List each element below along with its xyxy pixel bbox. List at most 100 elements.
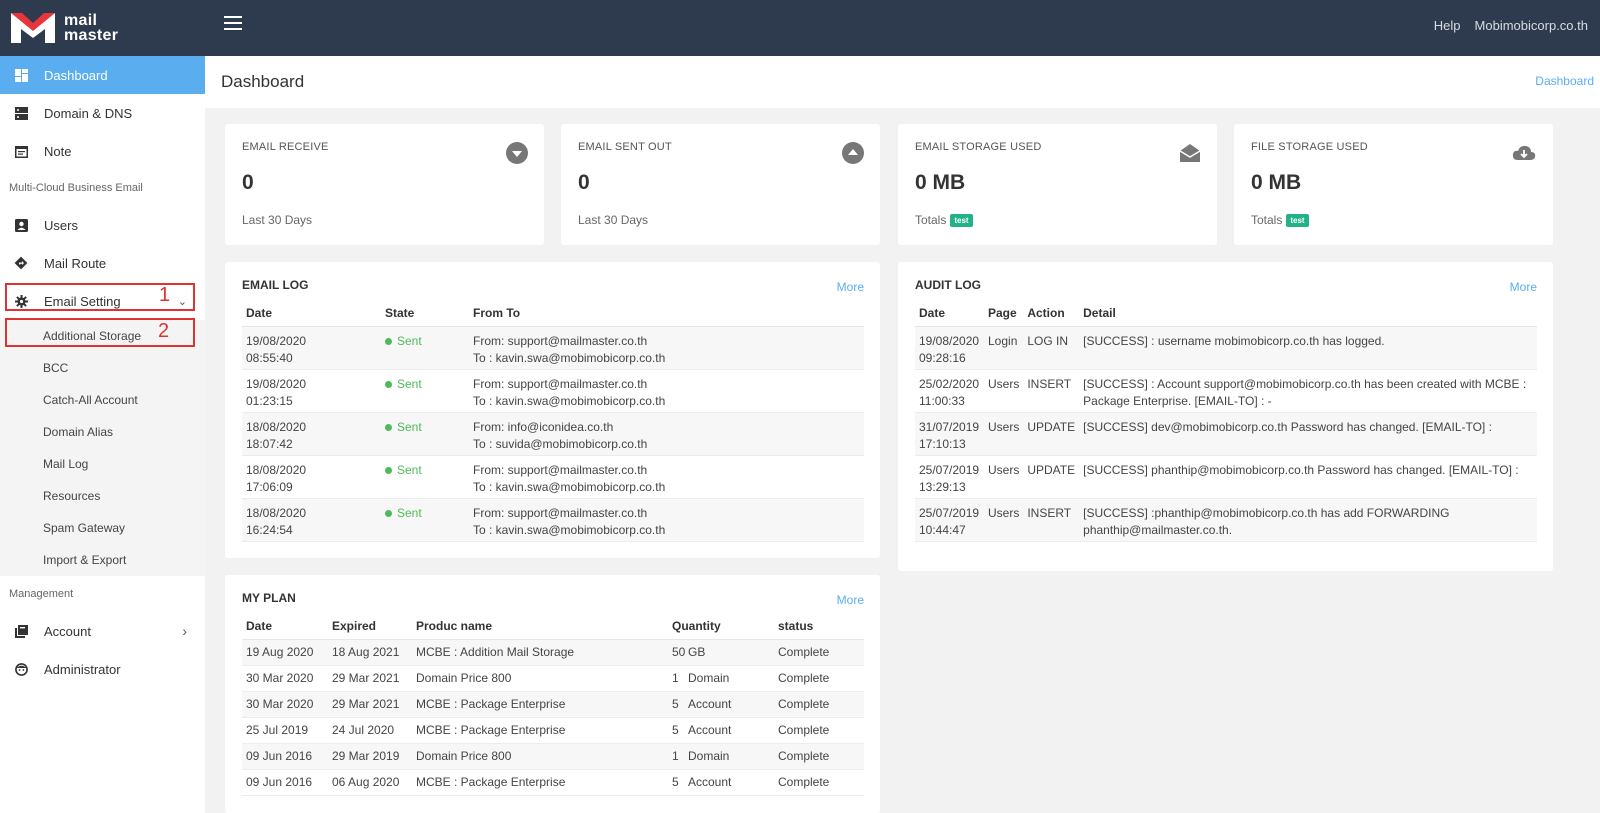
sidebar-item-dashboard[interactable]: Dashboard <box>0 56 205 94</box>
log-to: To : kavin.swa@mobimobicorp.co.th <box>473 350 666 365</box>
log-state: Sent <box>381 369 469 413</box>
audit-detail: [SUCCESS] dev@mobimobicorp.co.th Passwor… <box>1079 412 1537 456</box>
status-dot-icon <box>385 423 392 431</box>
panel-title: EMAIL LOG <box>242 278 309 292</box>
plan-expired: 29 Mar 2019 <box>328 743 412 770</box>
stat-label: EMAIL SENT OUT <box>578 141 672 153</box>
plan-qty-unit: Account <box>688 697 732 711</box>
submenu-item-catch-all[interactable]: Catch-All Account <box>0 384 205 416</box>
help-link[interactable]: Help <box>1434 18 1461 33</box>
submenu-item-import-export[interactable]: Import & Export <box>0 544 205 576</box>
note-icon <box>14 144 28 158</box>
plan-status: Complete <box>774 769 864 796</box>
sidebar-item-administrator[interactable]: Administrator <box>0 650 205 688</box>
plan-quantity: 50 GB <box>668 639 774 666</box>
stat-footer: Totals test <box>915 213 973 227</box>
sidebar-item-domain-dns[interactable]: Domain & DNS <box>0 94 205 132</box>
chevron-right-icon: › <box>182 623 187 639</box>
plan-qty-unit: GB <box>688 645 706 659</box>
plan-status: Complete <box>774 665 864 692</box>
log-date: 18/08/2020 16:24:54 <box>242 498 381 542</box>
menu-toggle-icon[interactable] <box>224 16 242 32</box>
email-log-table: Date State From To 19/08/2020 08:55:40 Sen… <box>242 300 864 542</box>
audit-date-time: 17:10:13 <box>919 436 966 451</box>
account-menu[interactable]: Mobimobicorp.co.th <box>1475 18 1588 33</box>
audit-detail: [SUCCESS] : username mobimobicorp.co.th … <box>1079 326 1537 370</box>
audit-detail: [SUCCESS] : Account support@mobimobicorp… <box>1079 369 1537 413</box>
audit-date-day: 31/07/2019 <box>919 419 980 434</box>
audit-page: Users <box>984 369 1024 413</box>
submenu-item-resources[interactable]: Resources <box>0 480 205 512</box>
status-dot-icon <box>385 380 392 388</box>
sidebar: Dashboard Domain & DNS Note Multi-Cloud … <box>0 56 205 813</box>
submenu-item-spam-gateway[interactable]: Spam Gateway <box>0 512 205 544</box>
submenu-item-domain-alias[interactable]: Domain Alias <box>0 416 205 448</box>
panel-title: AUDIT LOG <box>915 278 981 292</box>
table-row: 30 Mar 2020 29 Mar 2021 MCBE : Package Ent… <box>242 691 864 718</box>
more-link[interactable]: More <box>1510 280 1537 294</box>
sidebar-item-mail-route[interactable]: Mail Route <box>0 244 205 282</box>
table-row: 19 Aug 2020 18 Aug 2021 MCBE : Addition Ma… <box>242 639 864 666</box>
stat-label: FILE STORAGE USED <box>1251 141 1368 153</box>
logo-text: mail master <box>64 12 119 44</box>
sidebar-item-users[interactable]: Users <box>0 206 205 244</box>
more-link[interactable]: More <box>837 593 864 607</box>
plan-quantity: 5 Account <box>668 769 774 796</box>
dashboard-icon <box>14 68 28 82</box>
state-text: Sent <box>397 462 422 477</box>
log-date: 18/08/2020 17:06:09 <box>242 455 381 499</box>
email-log-panel: EMAIL LOG More Date State From To 19/08/… <box>225 262 880 558</box>
log-from-to: From: support@mailmaster.co.th To : kavin… <box>469 455 864 499</box>
state-text: Sent <box>397 376 422 391</box>
annotation-number: 2 <box>158 320 170 342</box>
plan-date: 25 Jul 2019 <box>242 717 328 744</box>
log-from: From: support@mailmaster.co.th <box>473 462 648 477</box>
sidebar-item-account[interactable]: Account › <box>0 612 205 650</box>
sidebar-item-note[interactable]: Note <box>0 132 205 170</box>
email-setting-submenu: Additional Storage BCC Catch-All Account… <box>0 320 205 576</box>
stat-footer: Totals test <box>1251 213 1309 227</box>
column-header: Date <box>242 613 328 640</box>
envelope-open-icon <box>1179 144 1201 162</box>
more-link[interactable]: More <box>837 280 864 294</box>
audit-detail-line: [SUCCESS] : username mobimobicorp.co.th … <box>1083 333 1385 348</box>
table-row: 25 Jul 2019 24 Jul 2020 MCBE : Package Ent… <box>242 717 864 744</box>
audit-action: INSERT <box>1023 498 1080 542</box>
plan-qty-number: 1 <box>672 749 679 763</box>
stat-label: EMAIL RECEIVE <box>242 141 329 153</box>
column-header: Date <box>242 300 381 327</box>
audit-detail: [SUCCESS] :phanthip@mobimobicorp.co.th h… <box>1079 498 1537 542</box>
log-state: Sent <box>381 455 469 499</box>
plan-date: 30 Mar 2020 <box>242 665 328 692</box>
arrow-up-circle-icon <box>842 142 864 164</box>
audit-date-day: 25/07/2019 <box>919 462 980 477</box>
submenu-item-mail-log[interactable]: Mail Log <box>0 448 205 480</box>
submenu-item-bcc[interactable]: BCC <box>0 352 205 384</box>
audit-action: UPDATE <box>1023 455 1080 499</box>
breadcrumb[interactable]: Dashboard <box>1535 74 1594 88</box>
status-badge: test <box>1286 213 1309 227</box>
log-state: Sent <box>381 412 469 456</box>
logo[interactable]: mail master <box>0 0 205 56</box>
my-plan-panel: MY PLAN More Date Expired Produc name Qu… <box>225 575 880 813</box>
plan-quantity: 5 Account <box>668 691 774 718</box>
sidebar-section-title: Management <box>9 588 74 600</box>
log-from: From: support@mailmaster.co.th <box>473 505 648 520</box>
plan-expired: 18 Aug 2021 <box>328 639 412 666</box>
audit-detail-line: [SUCCESS] : Account support@mobimobicorp… <box>1083 376 1527 391</box>
plan-product: MCBE : Addition Mail Storage <box>412 639 668 666</box>
log-date: 18/08/2020 18:07:42 <box>242 412 381 456</box>
audit-date-day: 25/02/2020 <box>919 376 980 391</box>
audit-date: 19/08/2020 09:28:16 <box>915 326 984 370</box>
column-header: Produc name <box>412 613 668 640</box>
sidebar-item-label: Users <box>44 217 78 233</box>
plan-date: 09 Jun 2016 <box>242 769 328 796</box>
plan-status: Complete <box>774 717 864 744</box>
plan-date: 19 Aug 2020 <box>242 639 328 666</box>
plan-qty-number: 5 <box>672 775 679 789</box>
plan-qty-unit: Domain <box>688 671 730 685</box>
status-dot-icon <box>385 509 392 517</box>
plan-product: Domain Price 800 <box>412 665 668 692</box>
audit-detail-line: [SUCCESS] dev@mobimobicorp.co.th Passwor… <box>1083 419 1492 434</box>
column-header: status <box>774 613 864 640</box>
